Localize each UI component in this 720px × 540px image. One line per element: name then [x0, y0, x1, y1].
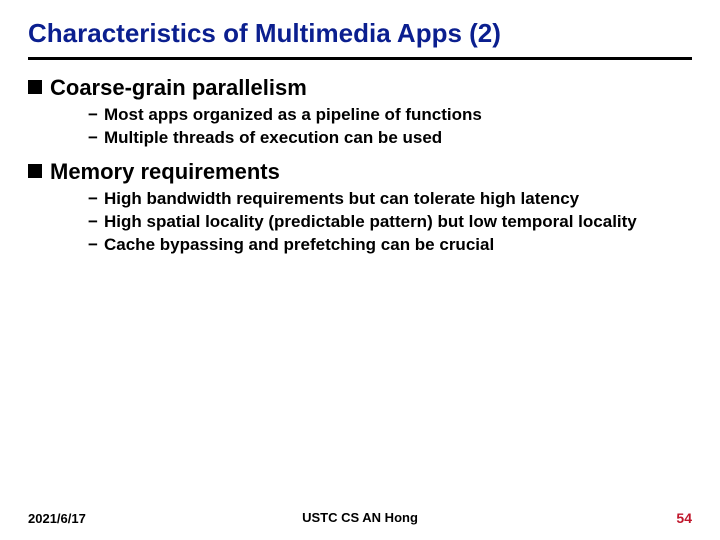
- slide: Characteristics of Multimedia Apps (2) C…: [0, 0, 720, 540]
- bullet-list: Coarse-grain parallelism Most apps organ…: [28, 74, 692, 255]
- bullet-item: Coarse-grain parallelism Most apps organ…: [28, 74, 692, 148]
- sub-list: Most apps organized as a pipeline of fun…: [50, 104, 692, 149]
- bullet-label: Coarse-grain parallelism: [50, 75, 307, 100]
- footer-date: 2021/6/17: [28, 511, 86, 526]
- footer-page-number: 54: [676, 510, 692, 526]
- sub-item: Most apps organized as a pipeline of fun…: [50, 104, 692, 125]
- sub-item: High spatial locality (predictable patte…: [50, 211, 692, 232]
- footer: 2021/6/17 USTC CS AN Hong 54: [0, 510, 720, 526]
- sub-item: Multiple threads of execution can be use…: [50, 127, 692, 148]
- footer-center: USTC CS AN Hong: [302, 510, 418, 525]
- sub-item: High bandwidth requirements but can tole…: [50, 188, 692, 209]
- bullet-item: Memory requirements High bandwidth requi…: [28, 158, 692, 255]
- page-title: Characteristics of Multimedia Apps (2): [28, 18, 692, 49]
- sub-list: High bandwidth requirements but can tole…: [50, 188, 692, 256]
- bullet-label: Memory requirements: [50, 159, 280, 184]
- sub-item: Cache bypassing and prefetching can be c…: [50, 234, 692, 255]
- title-rule: [28, 57, 692, 60]
